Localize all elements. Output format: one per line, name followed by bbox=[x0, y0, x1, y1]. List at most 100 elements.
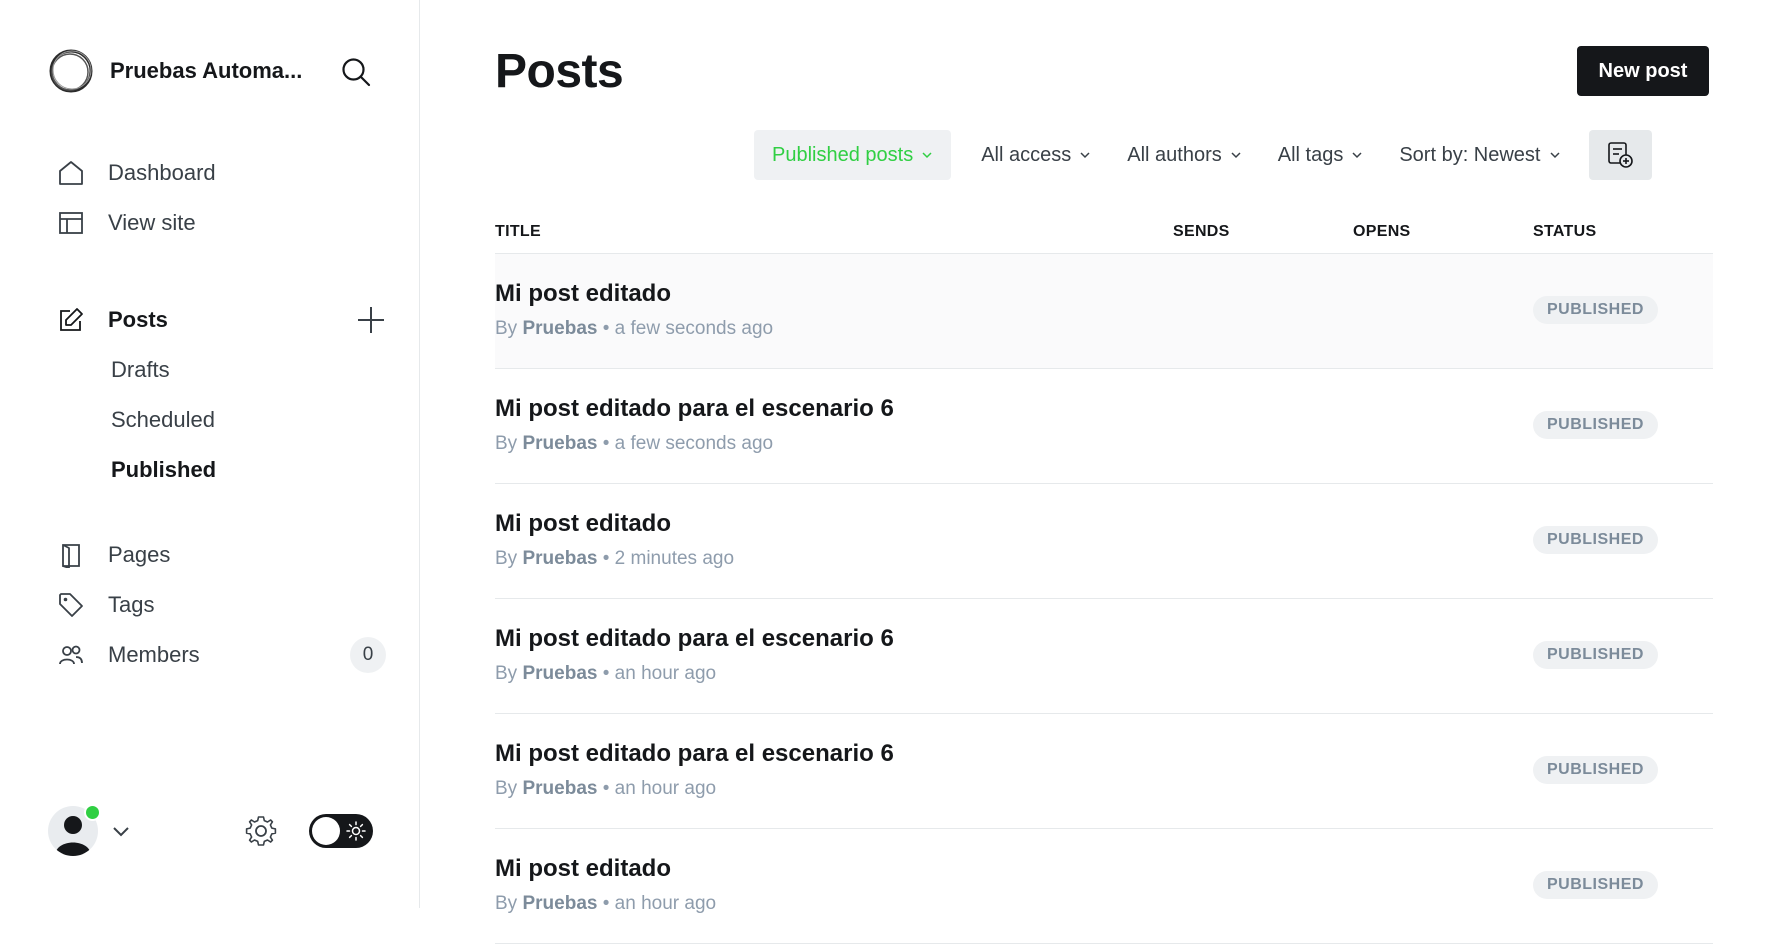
primary-nav: Dashboard View site bbox=[56, 148, 386, 248]
post-title[interactable]: Mi post editado para el escenario 6 bbox=[495, 625, 1173, 653]
main-content: Posts New post Published posts All acces… bbox=[421, 0, 1779, 944]
post-author: Pruebas bbox=[522, 893, 598, 914]
post-author: Pruebas bbox=[522, 778, 598, 799]
post-author: Pruebas bbox=[522, 318, 598, 339]
post-title[interactable]: Mi post editado bbox=[495, 280, 1173, 308]
site-brand[interactable]: Pruebas Automa... bbox=[48, 48, 310, 94]
new-post-button[interactable]: New post bbox=[1577, 46, 1709, 96]
plus-icon[interactable] bbox=[356, 305, 386, 335]
post-meta: By Pruebas • an hour ago bbox=[495, 778, 717, 799]
content-nav: Posts Drafts Scheduled Published bbox=[56, 295, 386, 495]
chevron-down-icon bbox=[1080, 152, 1090, 159]
status-badge: PUBLISHED bbox=[1533, 411, 1658, 439]
nav-item-members[interactable]: Members 0 bbox=[56, 630, 386, 680]
chevron-down-icon bbox=[1231, 152, 1241, 159]
status-badge: PUBLISHED bbox=[1533, 871, 1658, 899]
filter-post-type[interactable]: Published posts bbox=[754, 130, 952, 180]
status-badge: PUBLISHED bbox=[1533, 526, 1658, 554]
search-icon[interactable] bbox=[340, 56, 372, 88]
post-time: • an hour ago bbox=[602, 663, 717, 684]
members-icon bbox=[56, 640, 86, 670]
post-title[interactable]: Mi post editado bbox=[495, 855, 1173, 883]
filter-authors[interactable]: All authors bbox=[1109, 130, 1260, 180]
table-row[interactable]: Mi post editado By Pruebas • 2 minutes a… bbox=[495, 484, 1713, 599]
filter-access-label: All access bbox=[981, 143, 1072, 166]
filter-authors-label: All authors bbox=[1127, 143, 1222, 166]
column-sends[interactable]: SENDS bbox=[1173, 223, 1353, 241]
post-title[interactable]: Mi post editado para el escenario 6 bbox=[495, 740, 1173, 768]
sidebar: Pruebas Automa... Dashboard View site Po… bbox=[0, 0, 420, 908]
filter-sort-label: Sort by: Newest bbox=[1399, 143, 1541, 166]
secondary-nav: Pages Tags Members 0 bbox=[56, 530, 386, 680]
nav-label-members: Members bbox=[108, 642, 200, 667]
theme-toggle[interactable] bbox=[309, 814, 373, 848]
home-icon bbox=[56, 158, 86, 188]
filter-access[interactable]: All access bbox=[963, 130, 1109, 180]
filter-bar: Published posts All access All authors A… bbox=[754, 130, 1652, 180]
post-title[interactable]: Mi post editado bbox=[495, 510, 1173, 538]
logo-icon bbox=[49, 49, 93, 93]
filter-tags-label: All tags bbox=[1277, 143, 1344, 166]
table-row[interactable]: Mi post editado By Pruebas • a few secon… bbox=[495, 254, 1713, 369]
online-status-dot bbox=[84, 804, 101, 821]
toggle-knob bbox=[312, 817, 340, 845]
post-author: Pruebas bbox=[522, 433, 598, 454]
sun-icon bbox=[346, 821, 366, 841]
nav-item-posts[interactable]: Posts bbox=[56, 295, 386, 345]
nav-item-published[interactable]: Published bbox=[111, 445, 386, 495]
chevron-down-icon bbox=[922, 152, 932, 159]
post-author: Pruebas bbox=[522, 663, 598, 684]
post-meta: By Pruebas • a few seconds ago bbox=[495, 318, 774, 339]
gear-icon[interactable] bbox=[244, 814, 278, 848]
nav-label-posts: Posts bbox=[108, 307, 168, 332]
nav-label-tags: Tags bbox=[108, 592, 155, 617]
post-meta: By Pruebas • an hour ago bbox=[495, 663, 717, 684]
nav-label-pages: Pages bbox=[108, 542, 171, 567]
members-count-badge: 0 bbox=[350, 637, 386, 673]
sidebar-footer bbox=[48, 804, 374, 860]
filter-settings-button[interactable] bbox=[1588, 130, 1652, 180]
post-meta: By Pruebas • an hour ago bbox=[495, 893, 717, 914]
nav-item-view-site[interactable]: View site bbox=[56, 198, 386, 248]
filter-tags[interactable]: All tags bbox=[1260, 130, 1382, 180]
nav-item-tags[interactable]: Tags bbox=[56, 580, 386, 630]
column-opens[interactable]: OPENS bbox=[1353, 223, 1533, 241]
nav-label-dashboard: Dashboard bbox=[108, 160, 216, 185]
chevron-down-icon bbox=[1352, 152, 1362, 159]
table-row[interactable]: Mi post editado By Pruebas • an hour ago… bbox=[495, 829, 1713, 944]
layout-icon bbox=[56, 208, 86, 238]
post-time: • an hour ago bbox=[602, 778, 717, 799]
nav-item-drafts[interactable]: Drafts bbox=[111, 345, 386, 395]
nav-item-pages[interactable]: Pages bbox=[56, 530, 386, 580]
post-author: Pruebas bbox=[522, 548, 598, 569]
table-header: TITLE SENDS OPENS STATUS bbox=[495, 210, 1713, 254]
column-title[interactable]: TITLE bbox=[495, 223, 1173, 241]
status-badge: PUBLISHED bbox=[1533, 756, 1658, 784]
filter-settings-icon bbox=[1608, 142, 1633, 168]
column-status[interactable]: STATUS bbox=[1533, 223, 1713, 241]
table-row[interactable]: Mi post editado para el escenario 6 By P… bbox=[495, 714, 1713, 829]
edit-icon bbox=[56, 305, 86, 335]
posts-table: TITLE SENDS OPENS STATUS Mi post editado… bbox=[495, 210, 1713, 944]
table-row[interactable]: Mi post editado para el escenario 6 By P… bbox=[495, 599, 1713, 714]
page-title: Posts bbox=[495, 45, 624, 98]
chevron-down-icon[interactable] bbox=[110, 820, 132, 842]
post-time: • 2 minutes ago bbox=[602, 548, 735, 569]
nav-item-scheduled[interactable]: Scheduled bbox=[111, 395, 386, 445]
nav-label-view-site: View site bbox=[108, 210, 196, 235]
nav-item-dashboard[interactable]: Dashboard bbox=[56, 148, 386, 198]
post-time: • a few seconds ago bbox=[602, 433, 774, 454]
post-time: • an hour ago bbox=[602, 893, 717, 914]
post-title[interactable]: Mi post editado para el escenario 6 bbox=[495, 395, 1173, 423]
post-meta: By Pruebas • 2 minutes ago bbox=[495, 548, 735, 569]
chevron-down-icon bbox=[1549, 152, 1560, 159]
filter-sort[interactable]: Sort by: Newest bbox=[1381, 130, 1578, 180]
posts-subnav: Drafts Scheduled Published bbox=[56, 345, 386, 495]
tag-icon bbox=[56, 590, 86, 620]
post-meta: By Pruebas • a few seconds ago bbox=[495, 433, 774, 454]
post-time: • a few seconds ago bbox=[602, 318, 774, 339]
table-row[interactable]: Mi post editado para el escenario 6 By P… bbox=[495, 369, 1713, 484]
book-icon bbox=[56, 540, 86, 570]
site-name: Pruebas Automa... bbox=[110, 58, 303, 83]
status-badge: PUBLISHED bbox=[1533, 296, 1658, 324]
